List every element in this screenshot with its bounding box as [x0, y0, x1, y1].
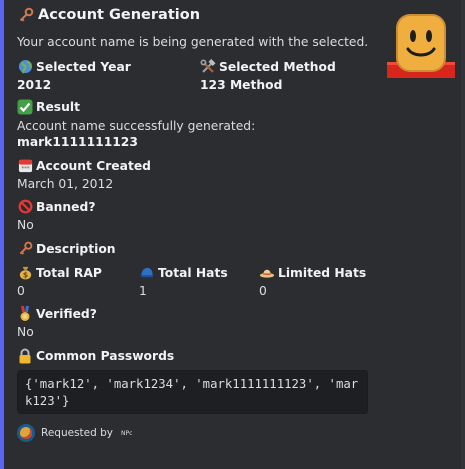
field-name-limited: Limited Hats	[259, 265, 366, 281]
blue-cap-icon	[139, 265, 155, 281]
svg-text:$: $	[22, 270, 27, 279]
field-name-result: Result	[17, 99, 80, 115]
passwords-code-block: {'mark12', 'mark1234', 'mark1111111123',…	[17, 370, 368, 414]
field-name-passwords: Common Passwords	[17, 348, 174, 364]
field-value-hats: 1	[139, 284, 147, 298]
prohibited-icon	[17, 199, 33, 215]
embed-title: Account Generation	[18, 7, 200, 23]
field-name-hats: Total Hats	[139, 265, 228, 281]
field-name-verified: Verified?	[17, 306, 97, 322]
hat-icon	[259, 265, 275, 281]
footer-avatar	[17, 424, 35, 442]
footer-text: Requested by	[41, 427, 113, 439]
hammer-wrench-icon	[200, 58, 216, 75]
key-icon	[18, 7, 34, 23]
field-name-method: Selected Method	[200, 58, 336, 75]
field-value-year: 2012	[17, 78, 52, 92]
medal-icon	[17, 306, 33, 322]
embed-footer: Requested by NPc	[17, 424, 132, 442]
footer-user: NPc	[121, 429, 133, 437]
field-value-created: March 01, 2012	[17, 177, 114, 191]
lock-icon	[17, 348, 33, 364]
embed-description: Your account name is being generated wit…	[17, 35, 369, 49]
field-value-rap: 0	[17, 284, 25, 298]
field-name-created: Account Created	[17, 158, 151, 174]
field-name-banned: Banned?	[17, 199, 95, 215]
key-icon	[17, 241, 33, 257]
field-value-method: 123 Method	[200, 78, 283, 92]
thumbnail-image[interactable]	[384, 12, 458, 80]
field-value-verified: No	[17, 325, 34, 339]
field-name-rap: $ Total RAP	[17, 265, 102, 281]
generated-account-name: mark1111111123	[17, 135, 138, 149]
field-name-description: Description	[17, 241, 116, 257]
field-value-banned: No	[17, 218, 34, 232]
embed-card: Account Generation Your account name is …	[0, 0, 461, 469]
field-name-year: Selected Year	[17, 59, 131, 75]
globe-icon	[17, 59, 33, 75]
field-value-result-line: Account name successfully generated:	[17, 119, 256, 133]
check-icon	[17, 99, 33, 115]
money-bag-icon: $	[17, 265, 33, 281]
field-value-limited: 0	[259, 284, 267, 298]
calendar-icon	[17, 158, 33, 174]
